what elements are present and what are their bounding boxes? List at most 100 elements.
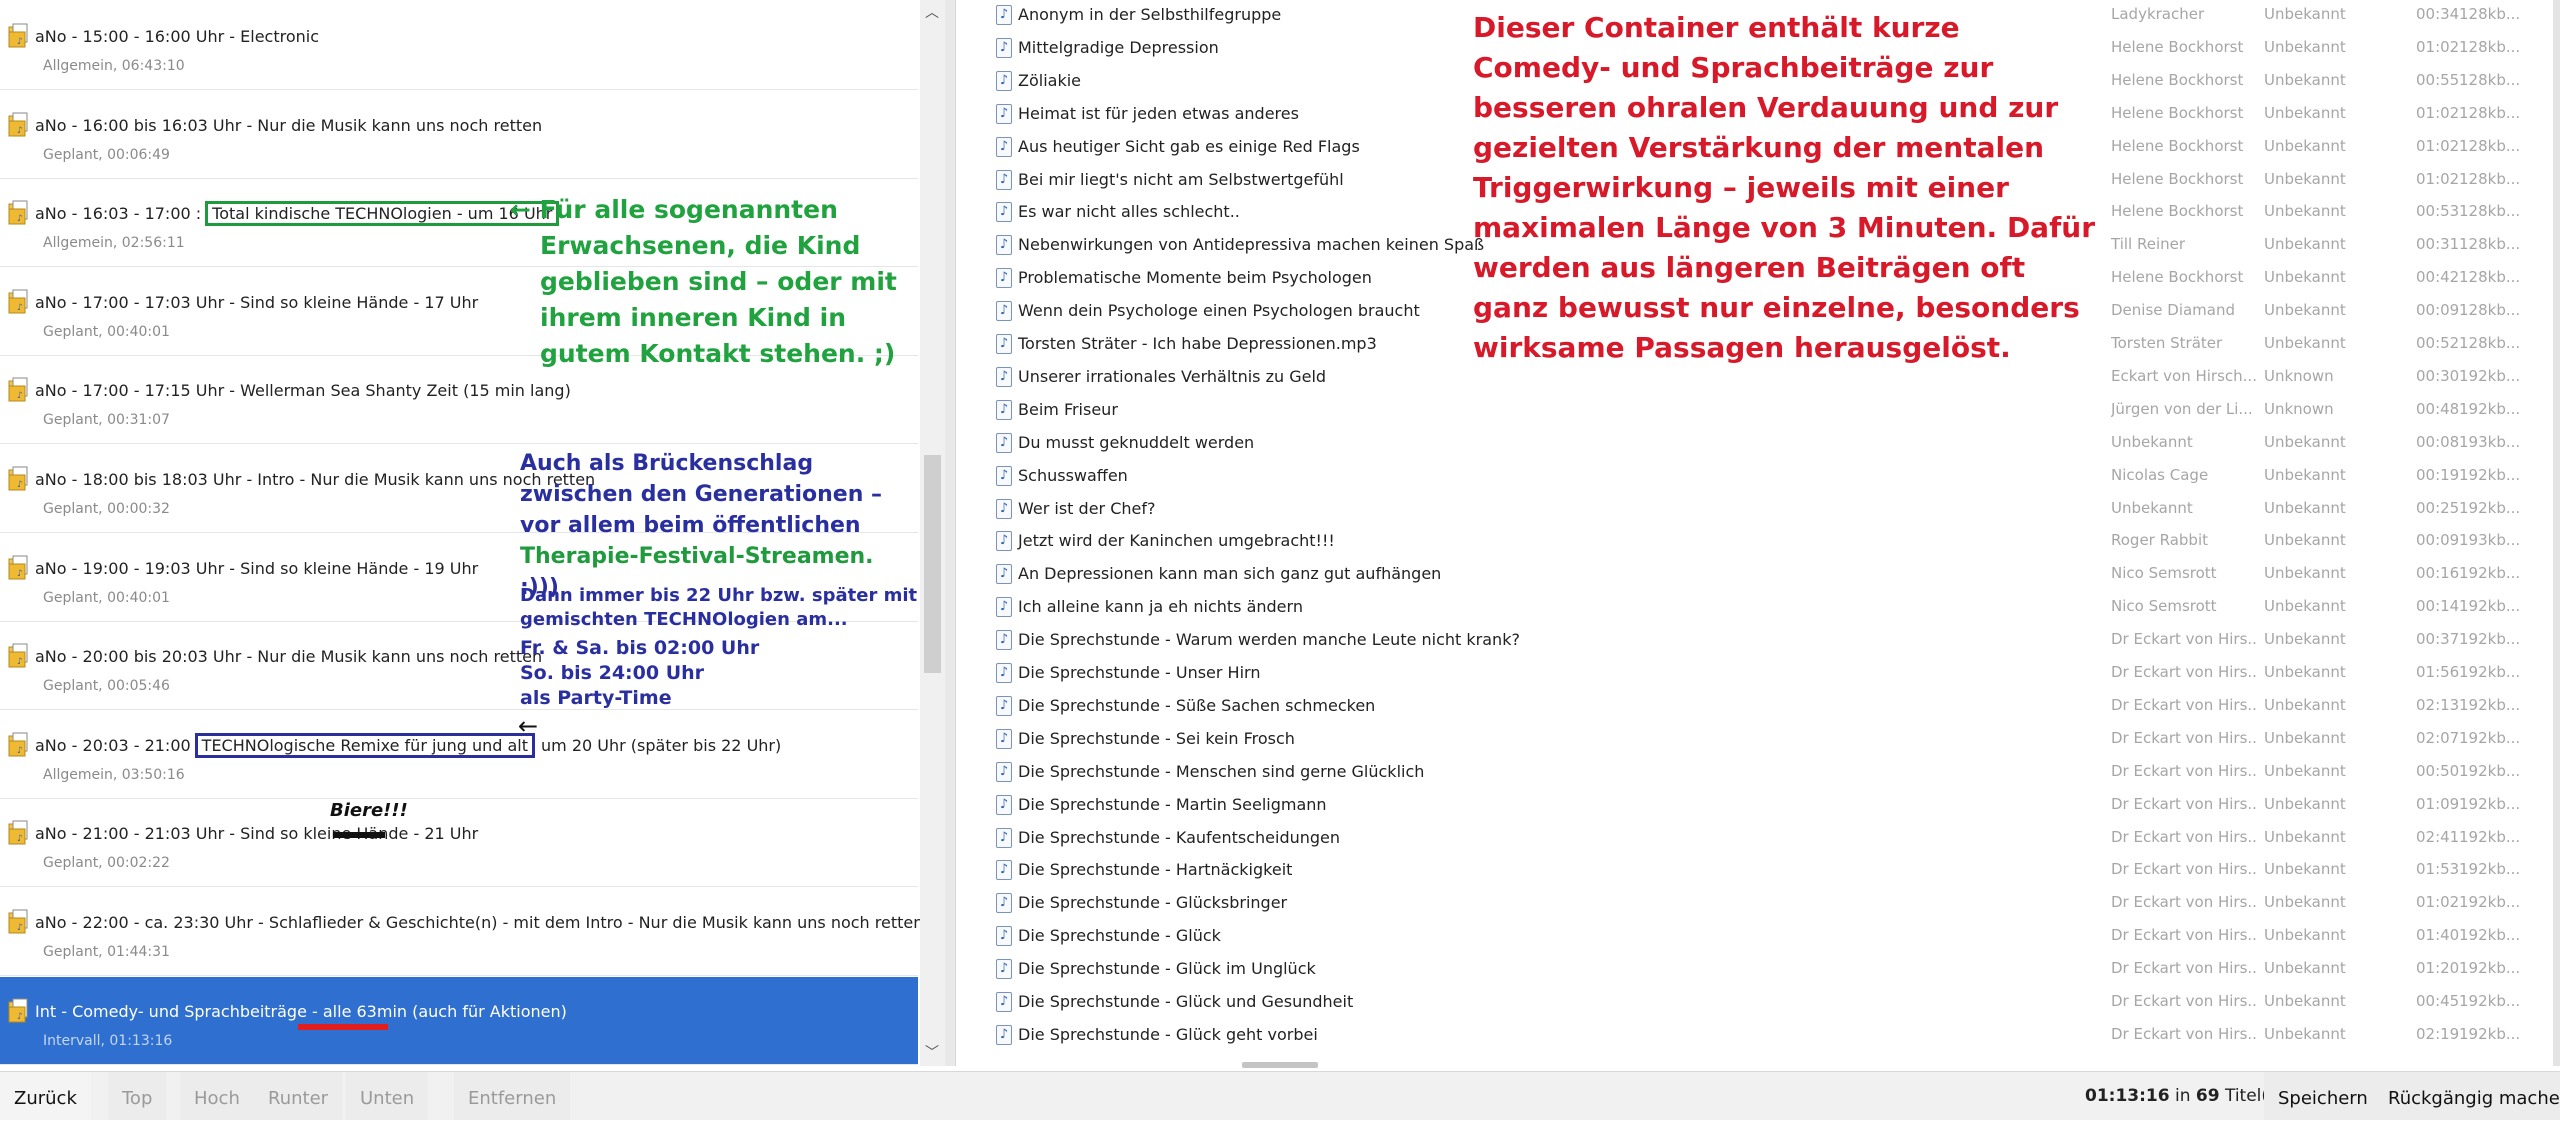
annotation-container-description: Dieser Container enthält kurze Comedy- u…	[1473, 11, 2096, 364]
track-title: Jetzt wird der Kaninchen umgebracht!!!	[1018, 531, 1335, 551]
track-row[interactable]: ♪ Die Sprechstunde - Glück Dr Eckart von H…	[956, 921, 2560, 954]
track-row[interactable]: ♪ Die Sprechstunde - Süße Sachen schmecke…	[956, 691, 2560, 724]
schedule-title: aNo - 16:03 - 17:00 : Total kindische TEC…	[35, 201, 560, 227]
track-row[interactable]: ♪ Du musst geknuddelt werden Unbekannt Unbe…	[956, 428, 2560, 461]
remove-button[interactable]: Entfernen	[454, 1072, 571, 1120]
schedule-title: aNo - 16:00 bis 16:03 Uhr - Nur die Musi…	[35, 116, 542, 135]
move-down-button[interactable]: Runter	[254, 1072, 343, 1120]
track-album: Unbekannt	[2264, 1024, 2346, 1043]
track-artist: Denise Diamand	[2111, 301, 2236, 320]
folder-music-icon: ♪	[8, 377, 30, 403]
track-album: Unbekannt	[2264, 992, 2346, 1010]
schedule-title: Int - Comedy- und Sprachbeiträge - alle …	[35, 1002, 567, 1021]
move-bottom-button[interactable]: Unten	[346, 1072, 429, 1120]
track-row[interactable]: ♪ Jetzt wird der Kaninchen umgebracht!!! R…	[956, 526, 2560, 559]
folder-music-icon: ♪	[8, 998, 30, 1024]
track-bitrate: 128kb...	[2459, 70, 2521, 89]
track-duration: 01:02	[2416, 169, 2460, 188]
track-duration: 00:08	[2416, 432, 2460, 451]
track-duration: 00:48	[2416, 399, 2460, 418]
track-bitrate: 192kb...	[2459, 959, 2521, 978]
track-row[interactable]: ♪ Die Sprechstunde - Unser Hirn Dr Eckart …	[956, 658, 2560, 691]
track-row[interactable]: ♪ Die Sprechstunde - Kaufentscheidungen Dr…	[956, 823, 2560, 856]
track-row[interactable]: ♪ Beim Friseur Jürgen von der Li... Unknown…	[956, 395, 2560, 428]
scroll-down-icon[interactable]: ﹀	[925, 1042, 939, 1062]
save-button[interactable]: Speichern	[2264, 1072, 2382, 1120]
scroll-up-icon[interactable]: ︿	[925, 2, 939, 22]
track-title: Problematische Momente beim Psychologen	[1018, 268, 1372, 288]
svg-text:♪: ♪	[17, 746, 23, 756]
audio-file-icon: ♪	[996, 301, 1012, 322]
undo-button[interactable]: Rückgängig machen	[2374, 1072, 2560, 1120]
schedule-title: aNo - 18:00 bis 18:03 Uhr - Intro - Nur …	[35, 470, 595, 489]
track-bitrate: 128kb...	[2459, 202, 2521, 221]
move-up-button[interactable]: Hoch	[180, 1072, 254, 1120]
track-row[interactable]: ♪ Die Sprechstunde - Hartnäckigkeit Dr Eck…	[956, 855, 2560, 888]
track-title: Torsten Sträter - Ich habe Depressionen.…	[1018, 334, 1377, 353]
schedule-row[interactable]: ♪ aNo - 15:00 - 16:00 Uhr - Electronic All…	[0, 2, 918, 90]
track-row[interactable]: ♪ Die Sprechstunde - Warum werden manche …	[956, 625, 2560, 658]
track-row[interactable]: ♪ Die Sprechstunde - Glücksbringer Dr Ecka…	[956, 888, 2560, 921]
annotation-adults-note: ← Für alle sogenannten Erwachsenen, die …	[510, 192, 920, 372]
track-artist: Unbekannt	[2111, 498, 2193, 517]
track-title: Wenn dein Psychologe einen Psychologen b…	[1018, 301, 1420, 321]
track-row[interactable]: ♪ Die Sprechstunde - Glück geht vorbei Dr …	[956, 1020, 2560, 1053]
pane-splitter[interactable]	[945, 0, 955, 1066]
track-artist: Jürgen von der Li...	[2111, 399, 2253, 418]
track-artist: Unbekannt	[2111, 432, 2193, 451]
track-row[interactable]: ♪ Schusswaffen Nicolas Cage Unbekannt 00:19 1…	[956, 461, 2560, 494]
schedule-row[interactable]: ♪ Int - Comedy- und Sprachbeiträge - alle…	[0, 976, 918, 1065]
audio-file-icon: ♪	[996, 597, 1012, 618]
track-row[interactable]: ♪ An Depressionen kann man sich ganz gut …	[956, 559, 2560, 592]
schedule-meta: Geplant, 00:02:22	[43, 855, 170, 872]
schedule-scrollbar[interactable]: ︿ ﹀	[920, 0, 945, 1066]
track-row[interactable]: ♪ Die Sprechstunde - Martin Seeligmann Dr …	[956, 790, 2560, 823]
annotation-biere: Biere!!!	[330, 800, 408, 821]
track-title: Zöliakie	[1018, 70, 1081, 90]
track-list-scrollbar[interactable]	[2553, 0, 2560, 1066]
track-title: Die Sprechstunde - Martin Seeligmann	[1018, 794, 1327, 814]
schedule-title-text: aNo - 17:00 - 17:15 Uhr - Wellerman Sea …	[35, 381, 571, 401]
track-title: Beim Friseur	[1018, 399, 1118, 419]
track-artist: Roger Rabbit	[2111, 531, 2208, 550]
track-title: Die Sprechstunde - Kaufentscheidungen	[1018, 827, 1341, 847]
annotation-adults-text: Für alle sogenannten Erwachsenen, die Ki…	[539, 195, 897, 368]
annotation-weekend-line: Fr. & Sa. bis 02:00 Uhr	[520, 637, 760, 659]
track-album: Unbekannt	[2264, 630, 2346, 649]
track-title: Die Sprechstunde - Süße Sachen schmecken	[1018, 695, 1376, 715]
schedule-row[interactable]: ♪ aNo - 16:00 bis 16:03 Uhr - Nur die Mus…	[0, 91, 918, 179]
annotation-festival-text: Therapie-Festival-Streamen.	[520, 544, 874, 569]
schedule-row[interactable]: ♪ aNo - 21:00 - 21:03 Uhr - Sind so klein…	[0, 799, 918, 888]
audio-file-icon: ♪	[996, 959, 1012, 980]
audio-file-icon: ♪	[996, 728, 1012, 749]
track-album: Unbekannt	[2264, 334, 2346, 352]
annotation-daily-note: Dann immer bis 22 Uhr bzw. später mit ge…	[520, 585, 918, 630]
move-top-button[interactable]: Top	[108, 1072, 167, 1120]
track-bitrate: 192kb...	[2459, 366, 2521, 385]
track-row[interactable]: ♪ Die Sprechstunde - Sei kein Frosch Dr Ec…	[956, 724, 2560, 757]
track-artist: Torsten Sträter	[2111, 334, 2223, 352]
horizontal-scroll-grip[interactable]	[1242, 1062, 1318, 1068]
track-artist: Dr Eckart von Hirs...	[2111, 630, 2256, 649]
track-bitrate: 192kb...	[2459, 630, 2521, 649]
track-row[interactable]: ♪ Ich alleine kann ja eh nichts ändern Nic…	[956, 592, 2560, 625]
track-artist: Helene Bockhorst	[2111, 169, 2244, 188]
track-title: Die Sprechstunde - Warum werden manche L…	[1018, 630, 1520, 650]
track-title: Nebenwirkungen von Antidepressiva machen…	[1018, 235, 1485, 255]
back-button[interactable]: Zurück	[0, 1072, 91, 1120]
track-row[interactable]: ♪ Die Sprechstunde - Menschen sind gerne …	[956, 757, 2560, 790]
track-row[interactable]: ♪ Die Sprechstunde - Glück im Unglück Dr E…	[956, 954, 2560, 987]
track-bitrate: 192kb...	[2459, 1024, 2521, 1043]
audio-file-icon: ♪	[996, 432, 1012, 453]
schedule-row[interactable]: ♪ aNo - 20:03 - 21:00 TECHNOlogische Remix…	[0, 711, 918, 799]
audio-file-icon: ♪	[996, 465, 1012, 486]
schedule-meta: Intervall, 01:13:16	[43, 1032, 173, 1049]
track-row[interactable]: ♪ Wer ist der Chef? Unbekannt Unbekannt 00:2…	[956, 494, 2560, 527]
scrollbar-thumb[interactable]	[924, 455, 941, 673]
schedule-meta: Allgemein, 02:56:11	[43, 235, 185, 252]
folder-music-icon: ♪	[8, 23, 30, 49]
track-title: Wer ist der Chef?	[1018, 498, 1156, 518]
track-row[interactable]: ♪ Die Sprechstunde - Glück und Gesundheit…	[956, 987, 2560, 1020]
schedule-row[interactable]: ♪ aNo - 22:00 - ca. 23:30 Uhr - Schlaflie…	[0, 888, 923, 976]
folder-music-icon: ♪	[8, 732, 30, 758]
